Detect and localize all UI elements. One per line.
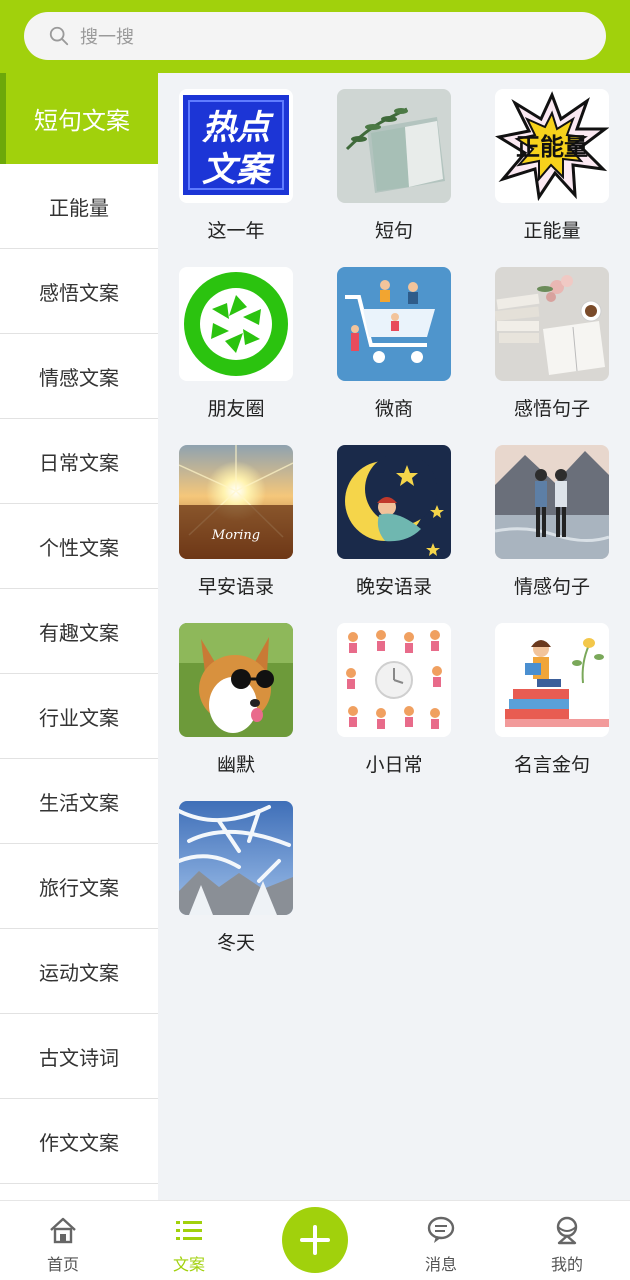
thumb-text-line-1: 热点 xyxy=(202,108,274,148)
comic-burst-thumb: 正能量 xyxy=(495,89,609,203)
grid-tile[interactable]: 正能量 正能量 xyxy=(487,89,617,259)
thumb-text: 正能量 xyxy=(516,133,588,161)
profile-icon xyxy=(556,1216,578,1245)
nav-profile[interactable]: 我的 xyxy=(532,1215,602,1275)
shopping-cart-people-thumb xyxy=(337,267,451,381)
thumb-text-line-2: 文案 xyxy=(202,150,275,190)
header-bar: 搜一搜 xyxy=(0,0,630,73)
grid-tile[interactable]: 感悟句子 xyxy=(487,267,617,437)
sidebar-item-insight[interactable]: 感悟文案 xyxy=(0,249,158,334)
sidebar-item-label: 个性文案 xyxy=(39,535,119,560)
sidebar-item-label: 旅行文案 xyxy=(39,875,119,900)
sidebar-item-sport[interactable]: 运动文案 xyxy=(0,929,158,1014)
grid-tile[interactable]: 小日常 xyxy=(329,623,459,793)
tile-label: 幽默 xyxy=(216,754,255,776)
tile-label: 冬天 xyxy=(216,932,255,954)
nav-messages[interactable]: 消息 xyxy=(406,1215,476,1275)
sidebar-item-label: 运动文案 xyxy=(39,960,119,985)
grid-tile[interactable]: 名言金句 xyxy=(487,623,617,793)
couple-walking-thumb xyxy=(495,445,609,559)
grid-tile[interactable]: 朋友圈 xyxy=(171,267,301,437)
thumb-text: Moring xyxy=(211,528,260,543)
sidebar-item-essay[interactable]: 作文文案 xyxy=(0,1099,158,1184)
grid-tile[interactable]: 短句 xyxy=(329,89,459,259)
tile-label: 微商 xyxy=(374,398,413,420)
sunrise-thumb: Moring xyxy=(179,445,293,559)
tile-label: 名言金句 xyxy=(513,754,590,776)
tile-label: 小日常 xyxy=(365,754,423,776)
sidebar-item-personality[interactable]: 个性文案 xyxy=(0,504,158,589)
search-icon xyxy=(49,26,69,46)
sidebar-item-label: 短句文案 xyxy=(34,107,130,135)
snowy-trees-thumb xyxy=(179,801,293,915)
tile-label: 情感句子 xyxy=(513,576,590,598)
sidebar-item-emotion[interactable]: 情感文案 xyxy=(0,334,158,419)
books-coffee-thumb xyxy=(495,267,609,381)
camera-aperture-thumb xyxy=(179,267,293,381)
corgi-sunglasses-thumb xyxy=(179,623,293,737)
grid-tile[interactable]: 冬天 xyxy=(171,801,301,971)
nav-copywriting-label: 文案 xyxy=(172,1255,205,1274)
sidebar-item-label: 日常文案 xyxy=(39,450,119,475)
hot-copy-logo-thumb: 热点 文案 xyxy=(179,89,293,203)
nav-copywriting[interactable]: 文案 xyxy=(154,1215,224,1275)
moon-sleeping-girl-thumb xyxy=(337,445,451,559)
tile-label: 短句 xyxy=(374,220,413,242)
sidebar-item-label: 行业文案 xyxy=(39,705,119,730)
sidebar-item-label: 正能量 xyxy=(49,195,109,220)
nav-profile-label: 我的 xyxy=(550,1255,583,1274)
grid-tile[interactable]: 热点 文案 这一年 xyxy=(171,89,301,259)
search-bar[interactable]: 搜一搜 xyxy=(24,12,606,60)
sidebar-item-label: 有趣文案 xyxy=(39,620,119,645)
tile-label: 朋友圈 xyxy=(207,398,265,420)
sidebar-item-label: 作文文案 xyxy=(39,1130,119,1155)
nav-home[interactable]: 首页 xyxy=(28,1215,98,1275)
sidebar-item-classical-poetry[interactable]: 古文诗词 xyxy=(0,1014,158,1099)
grid-tile[interactable]: 微商 xyxy=(329,267,459,437)
tile-label: 早安语录 xyxy=(197,576,274,598)
book-plant-thumb xyxy=(337,89,451,203)
sidebar-item-label: 古文诗词 xyxy=(39,1045,119,1070)
home-icon xyxy=(50,1217,76,1244)
sidebar-item-fun[interactable]: 有趣文案 xyxy=(0,589,158,674)
grid-tile[interactable]: Moring 早安语录 xyxy=(171,445,301,615)
plus-icon xyxy=(300,1225,330,1255)
message-icon xyxy=(427,1216,455,1243)
grid-tile[interactable]: 幽默 xyxy=(171,623,301,793)
add-button[interactable] xyxy=(282,1207,348,1273)
nav-home-label: 首页 xyxy=(46,1255,79,1274)
grid-tile[interactable]: 情感句子 xyxy=(487,445,617,615)
nav-messages-label: 消息 xyxy=(424,1255,457,1274)
sidebar-item-industry[interactable]: 行业文案 xyxy=(0,674,158,759)
list-icon xyxy=(176,1221,202,1240)
category-sidebar: 短句文案 正能量 感悟文案 情感文案 日常文案 个性文案 有趣文案 行业文案 生… xyxy=(0,73,158,1200)
sidebar-item-travel[interactable]: 旅行文案 xyxy=(0,844,158,929)
search-placeholder: 搜一搜 xyxy=(80,27,134,48)
sidebar-item-positive[interactable]: 正能量 xyxy=(0,164,158,249)
tile-label: 正能量 xyxy=(523,220,581,242)
tile-label: 感悟句子 xyxy=(513,398,590,420)
tile-label: 晚安语录 xyxy=(355,576,432,598)
sidebar-item-label: 生活文案 xyxy=(39,790,119,815)
sidebar-item-short-sentence[interactable]: 短句文案 xyxy=(0,73,158,164)
daily-routine-clock-thumb xyxy=(337,623,451,737)
sidebar-item-life[interactable]: 生活文案 xyxy=(0,759,158,844)
girl-reading-books-thumb xyxy=(495,623,609,737)
sidebar-item-label: 感悟文案 xyxy=(39,280,119,305)
tile-label: 这一年 xyxy=(207,220,265,242)
sidebar-item-label: 情感文案 xyxy=(39,365,119,390)
sidebar-item-daily[interactable]: 日常文案 xyxy=(0,419,158,504)
grid-tile[interactable]: 晚安语录 xyxy=(329,445,459,615)
bottom-nav: 首页 文案 消息 我的 xyxy=(0,1200,630,1280)
